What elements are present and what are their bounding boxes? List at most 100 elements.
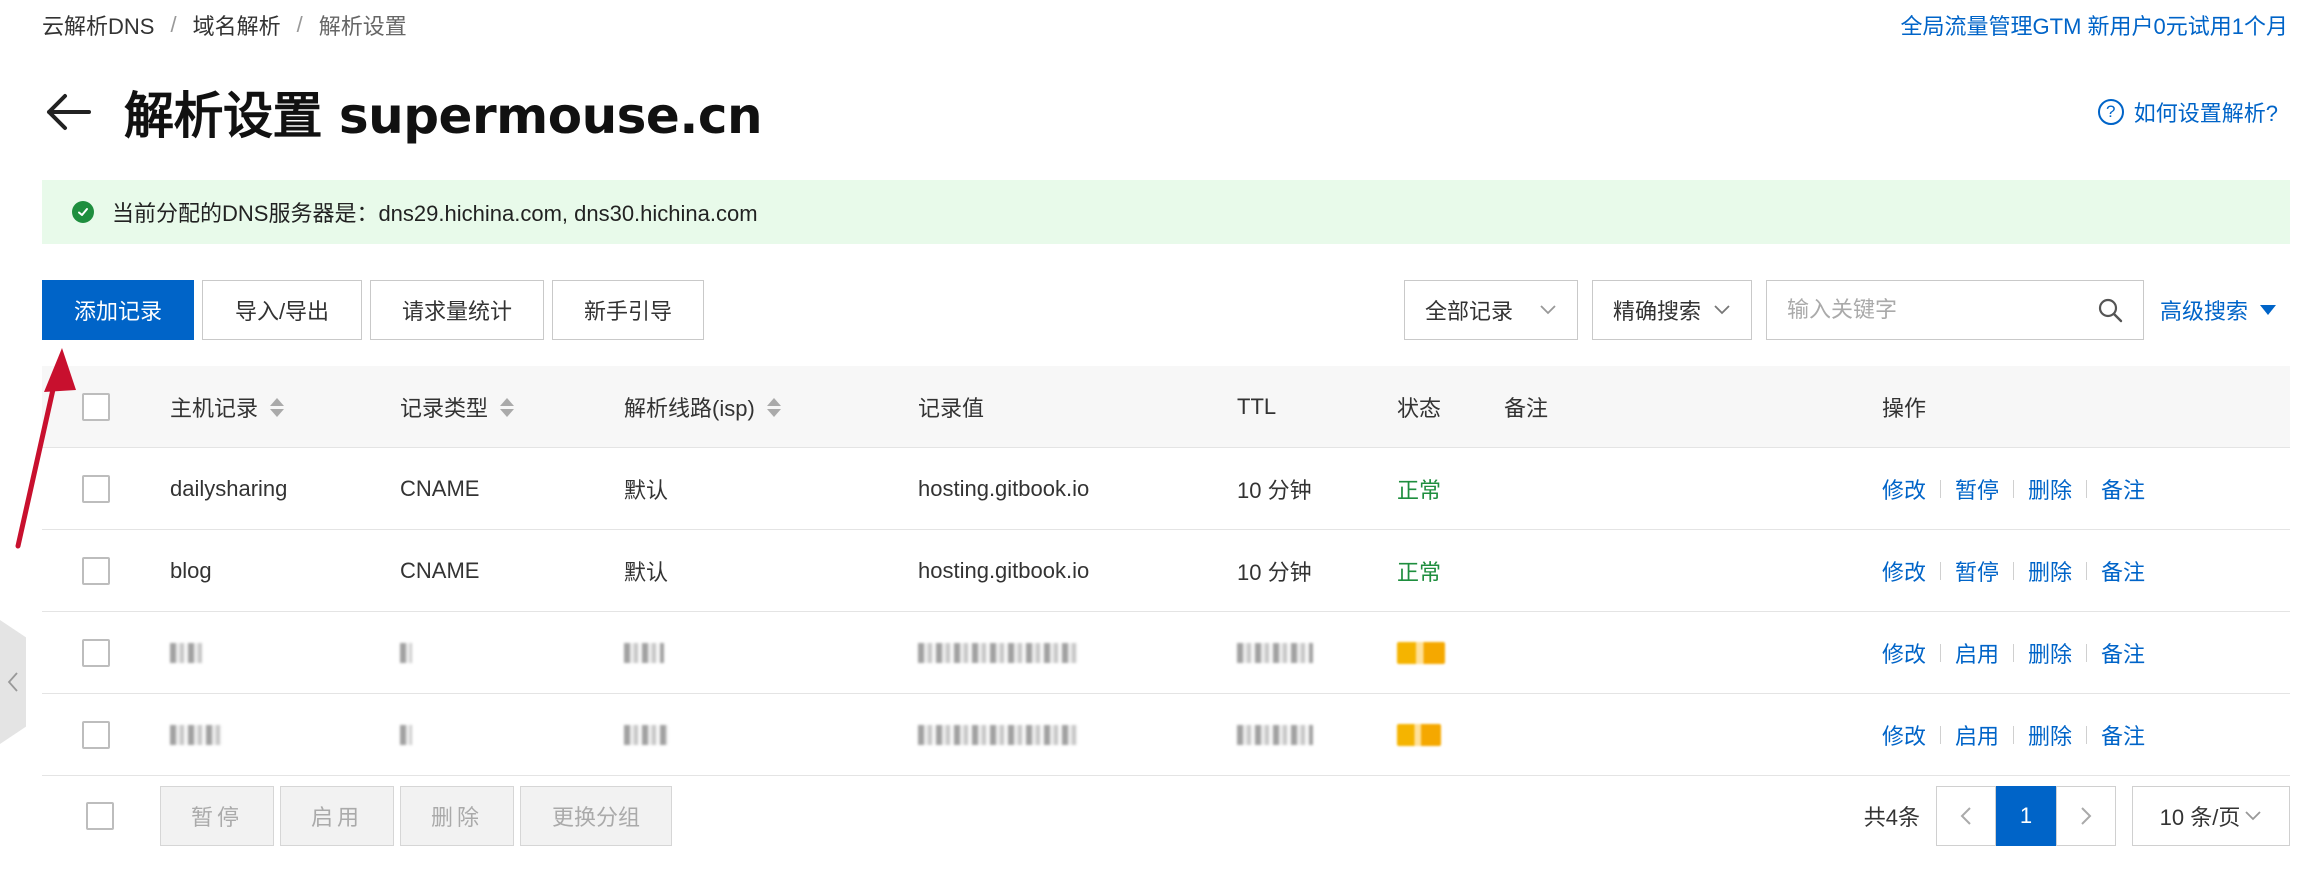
search-mode-select[interactable]: 精确搜索 (1591, 280, 1752, 340)
sort-icon[interactable] (766, 397, 781, 417)
header-type[interactable]: 记录类型 (400, 366, 515, 448)
cell-ttl: 10 分钟 (1237, 560, 1312, 585)
page-size-select[interactable]: 10 条/页 (2132, 786, 2290, 846)
chevron-right-icon (2081, 807, 2092, 825)
cell-ttl: 10 分钟 (1237, 478, 1312, 503)
row-checkbox[interactable] (82, 475, 110, 503)
sort-icon[interactable] (500, 397, 515, 417)
prev-page-button[interactable] (1936, 786, 1996, 846)
chevron-left-icon (7, 672, 18, 692)
cell-line-redacted (624, 612, 664, 694)
header-type-label: 记录类型 (400, 396, 489, 421)
enable-link[interactable]: 启用 (1955, 637, 1999, 669)
edit-link[interactable]: 修改 (1882, 473, 1926, 505)
header-value: 记录值 (918, 396, 985, 421)
edit-link[interactable]: 修改 (1882, 637, 1926, 669)
note-link[interactable]: 备注 (2101, 473, 2145, 505)
op-divider (1940, 726, 1942, 744)
enable-link[interactable]: 启用 (1955, 719, 1999, 751)
help-link[interactable]: ? 如何设置解析? (2097, 96, 2278, 128)
beginner-guide-button[interactable]: 新手引导 (552, 280, 704, 340)
chevron-left-icon (1960, 807, 1971, 825)
import-export-button[interactable]: 导入/导出 (202, 280, 362, 340)
gtm-promo-link[interactable]: 全局流量管理GTM 新用户0元试用1个月 (1901, 9, 2288, 41)
keyword-search-input[interactable] (1786, 297, 2097, 323)
op-divider (2086, 480, 2088, 498)
notice-text: 当前分配的DNS服务器是：dns29.hichina.com, dns30.hi… (112, 201, 758, 226)
chevron-down-icon (1714, 305, 1730, 315)
op-divider (2086, 726, 2088, 744)
change-group-button[interactable]: 更换分组 (520, 786, 672, 846)
note-link[interactable]: 备注 (2101, 555, 2145, 587)
row-checkbox-cell (82, 694, 110, 776)
pagination: 共4条 1 10 条/页 (1864, 786, 2290, 846)
row-checkbox[interactable] (82, 639, 110, 667)
next-page-button[interactable] (2056, 786, 2116, 846)
cell-ttl-redacted (1237, 612, 1313, 694)
cell-status-redacted (1397, 694, 1441, 776)
advanced-search-toggle[interactable]: 高级搜索 (2160, 294, 2276, 326)
breadcrumb-item-dns[interactable]: 云解析DNS (42, 9, 154, 41)
add-record-button[interactable]: 添加记录 (42, 280, 194, 340)
cell-status-redacted (1397, 612, 1445, 694)
pagination-total: 共4条 (1863, 805, 1920, 830)
select-all-checkbox[interactable] (82, 393, 110, 421)
chevron-down-icon (1540, 305, 1556, 315)
footer-select-all-checkbox[interactable] (86, 802, 114, 830)
batch-pause-button[interactable]: 暂停 (160, 786, 274, 846)
search-mode-value: 精确搜索 (1612, 299, 1701, 324)
cell-host-redacted (170, 612, 202, 694)
edit-link[interactable]: 修改 (1882, 555, 1926, 587)
cell-status: 正常 (1397, 478, 1442, 503)
header-host[interactable]: 主机记录 (170, 366, 285, 448)
cell-value: hosting.gitbook.io (918, 476, 1090, 501)
advanced-search-label: 高级搜索 (2159, 299, 2248, 324)
search-icon[interactable] (2097, 297, 2123, 323)
cell-type-redacted (400, 694, 412, 776)
cell-ops: 修改 启用 删除 备注 (1882, 694, 2145, 776)
edit-link[interactable]: 修改 (1882, 719, 1926, 751)
table-header-row: 主机记录 记录类型 解析线路(isp) 记录值 TTL 状态 备注 操作 (42, 366, 2290, 448)
cell-type-redacted (400, 612, 412, 694)
note-link[interactable]: 备注 (2101, 637, 2145, 669)
cell-ttl-redacted (1237, 694, 1313, 776)
back-arrow-icon[interactable] (42, 86, 94, 138)
header-line[interactable]: 解析线路(isp) (624, 366, 781, 448)
delete-link[interactable]: 删除 (2028, 555, 2072, 587)
cell-host: dailysharing (170, 476, 288, 501)
breadcrumb: 云解析DNS / 域名解析 / 解析设置 (42, 9, 407, 41)
op-divider (1940, 562, 1942, 580)
request-stats-button[interactable]: 请求量统计 (370, 280, 544, 340)
row-checkbox[interactable] (82, 721, 110, 749)
table-row: 修改 启用 删除 备注 (42, 694, 2290, 776)
sort-icon[interactable] (270, 397, 285, 417)
delete-link[interactable]: 删除 (2028, 719, 2072, 751)
batch-enable-button[interactable]: 启用 (280, 786, 394, 846)
breadcrumb-item-domain[interactable]: 域名解析 (193, 9, 281, 41)
delete-link[interactable]: 删除 (2028, 473, 2072, 505)
row-checkbox[interactable] (82, 557, 110, 585)
title-left: 解析设置 supermouse.cn (42, 76, 763, 148)
page-size-value: 10 条/页 (2159, 805, 2241, 830)
delete-link[interactable]: 删除 (2028, 637, 2072, 669)
title-row: 解析设置 supermouse.cn ? 如何设置解析? (42, 72, 2288, 152)
header-status: 状态 (1397, 396, 1442, 421)
op-divider (1940, 480, 1942, 498)
pause-link[interactable]: 暂停 (1955, 473, 1999, 505)
op-divider (2086, 644, 2088, 662)
side-panel-toggle[interactable] (0, 620, 26, 744)
pause-link[interactable]: 暂停 (1955, 555, 1999, 587)
batch-delete-button[interactable]: 删除 (400, 786, 514, 846)
cell-host-redacted (170, 694, 222, 776)
op-divider (1940, 644, 1942, 662)
cell-ops: 修改 暂停 删除 备注 (1882, 530, 2145, 612)
row-checkbox-cell (82, 612, 110, 694)
table-row: blog CNAME 默认 hosting.gitbook.io 10 分钟 正… (42, 530, 2290, 612)
note-link[interactable]: 备注 (2101, 719, 2145, 751)
cell-value-redacted (918, 694, 1078, 776)
page-button-current[interactable]: 1 (1996, 786, 2056, 846)
op-divider (2086, 562, 2088, 580)
record-filter-select[interactable]: 全部记录 (1403, 280, 1578, 340)
breadcrumb-item-current: 解析设置 (318, 14, 407, 39)
breadcrumb-separator: / (296, 12, 303, 37)
